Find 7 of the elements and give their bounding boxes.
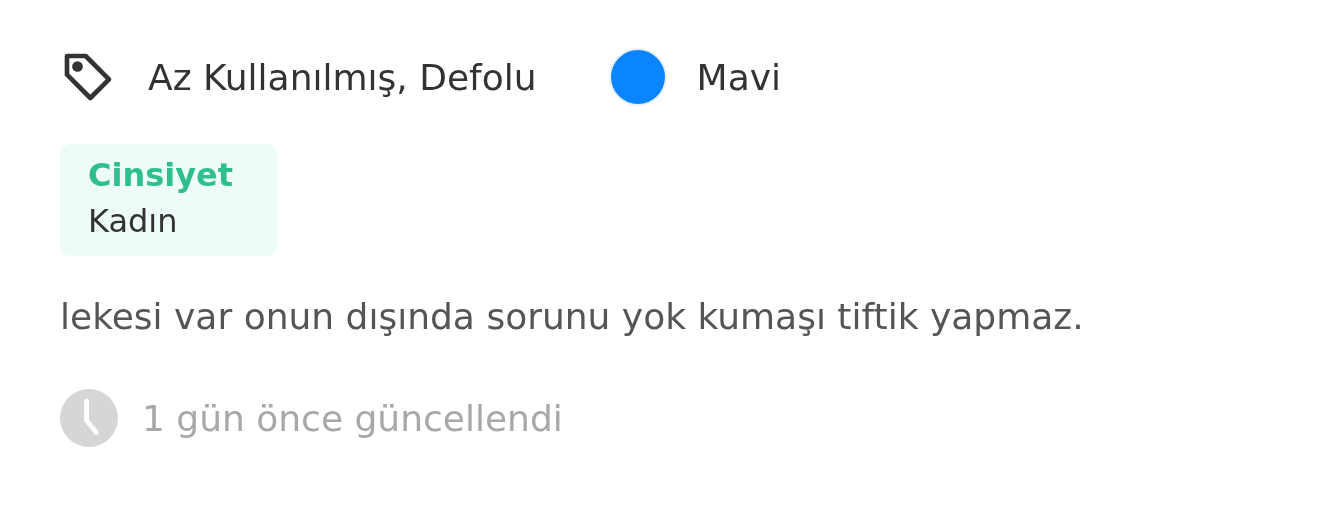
color-name: Mavi [696,56,782,98]
attribute-value: Kadın [88,201,179,242]
description: lekesi var onun dışında sorunu yok kumaşı tiftik yapmaz. [60,296,1084,337]
condition-label: Az Kullanılmış, Defolu [148,56,537,98]
attribute-label: Cinsiyet [88,155,234,196]
updated-time: 1 gün önce güncellendi [142,397,563,439]
clock-icon [60,389,118,447]
